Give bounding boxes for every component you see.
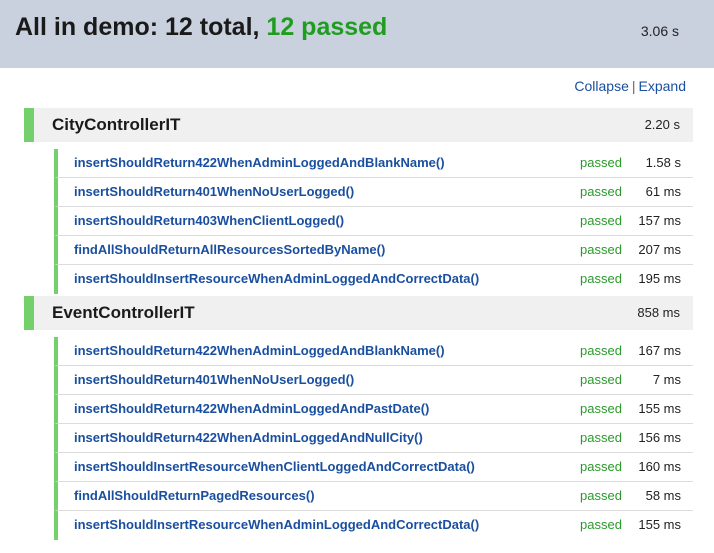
test-status: passed (580, 372, 622, 387)
test-row: insertShouldInsertResourceWhenAdminLogge… (54, 265, 693, 294)
test-status: passed (580, 430, 622, 445)
test-status: passed (580, 213, 622, 228)
test-time: 7 ms (652, 372, 681, 387)
test-row: insertShouldInsertResourceWhenAdminLogge… (54, 511, 693, 540)
test-status: passed (580, 184, 622, 199)
test-status: passed (580, 155, 622, 170)
test-status: passed (580, 488, 622, 503)
test-time: 58 ms (645, 488, 681, 503)
test-name-link[interactable]: findAllShouldReturnPagedResources() (74, 488, 315, 503)
test-name-link[interactable]: insertShouldReturn422WhenAdminLoggedAndB… (74, 155, 445, 170)
test-status: passed (580, 242, 622, 257)
test-name-link[interactable]: insertShouldReturn422WhenAdminLoggedAndB… (74, 343, 445, 358)
test-time: 61 ms (645, 184, 681, 199)
test-name-link[interactable]: insertShouldReturn422WhenAdminLoggedAndN… (74, 430, 423, 445)
test-name-link[interactable]: insertShouldInsertResourceWhenAdminLogge… (74, 271, 479, 286)
suite-name: CityControllerIT (52, 115, 181, 134)
test-list: insertShouldReturn422WhenAdminLoggedAndB… (54, 149, 693, 294)
test-name-link[interactable]: insertShouldInsertResourceWhenClientLogg… (74, 459, 475, 474)
total-duration: 3.06 s (640, 23, 679, 39)
expand-link[interactable]: Expand (639, 78, 686, 94)
test-time: 195 ms (638, 271, 681, 286)
test-row: insertShouldReturn403WhenClientLogged() … (54, 207, 693, 236)
collapse-expand-controls: Collapse | Expand (574, 78, 686, 94)
suite-duration: 858 ms (637, 305, 680, 320)
test-time: 167 ms (638, 343, 681, 358)
collapse-link[interactable]: Collapse (574, 78, 628, 94)
summary-title: All in demo: 12 total, 12 passed (15, 13, 387, 42)
test-time: 156 ms (638, 430, 681, 445)
test-time: 160 ms (638, 459, 681, 474)
suite-header[interactable]: EventControllerIT 858 ms (24, 296, 693, 330)
test-row: insertShouldInsertResourceWhenClientLogg… (54, 453, 693, 482)
test-row: insertShouldReturn422WhenAdminLoggedAndP… (54, 395, 693, 424)
test-status: passed (580, 343, 622, 358)
test-status: passed (580, 401, 622, 416)
test-status: passed (580, 517, 622, 532)
test-row: insertShouldReturn422WhenAdminLoggedAndN… (54, 424, 693, 453)
test-row: findAllShouldReturnPagedResources() pass… (54, 482, 693, 511)
test-name-link[interactable]: insertShouldInsertResourceWhenAdminLogge… (74, 517, 479, 532)
suite-header[interactable]: CityControllerIT 2.20 s (24, 108, 693, 142)
test-status: passed (580, 459, 622, 474)
test-name-link[interactable]: insertShouldReturn401WhenNoUserLogged() (74, 372, 354, 387)
suite-event-controller: EventControllerIT 858 ms insertShouldRet… (24, 296, 693, 540)
test-name-link[interactable]: insertShouldReturn422WhenAdminLoggedAndP… (74, 401, 429, 416)
controls-separator: | (631, 78, 636, 94)
test-status: passed (580, 271, 622, 286)
summary-title-passed: 12 passed (266, 13, 388, 41)
test-time: 155 ms (638, 517, 681, 532)
test-time: 157 ms (638, 213, 681, 228)
test-list: insertShouldReturn422WhenAdminLoggedAndB… (54, 337, 693, 540)
test-name-link[interactable]: insertShouldReturn401WhenNoUserLogged() (74, 184, 354, 199)
test-row: insertShouldReturn401WhenNoUserLogged() … (54, 178, 693, 207)
test-name-link[interactable]: insertShouldReturn403WhenClientLogged() (74, 213, 344, 228)
suite-duration: 2.20 s (644, 117, 680, 132)
test-time: 207 ms (638, 242, 681, 257)
test-row: insertShouldReturn401WhenNoUserLogged() … (54, 366, 693, 395)
test-row: insertShouldReturn422WhenAdminLoggedAndB… (54, 149, 693, 178)
test-time: 1.58 s (645, 155, 681, 170)
test-time: 155 ms (638, 401, 681, 416)
suite-name: EventControllerIT (52, 303, 195, 322)
test-name-link[interactable]: findAllShouldReturnAllResourcesSortedByN… (74, 242, 385, 257)
test-row: findAllShouldReturnAllResourcesSortedByN… (54, 236, 693, 265)
summary-title-total: All in demo: 12 total, (15, 13, 267, 41)
suite-city-controller: CityControllerIT 2.20 s insertShouldRetu… (24, 108, 693, 294)
test-row: insertShouldReturn422WhenAdminLoggedAndB… (54, 337, 693, 366)
summary-header: All in demo: 12 total, 12 passed 3.06 s (0, 0, 714, 68)
